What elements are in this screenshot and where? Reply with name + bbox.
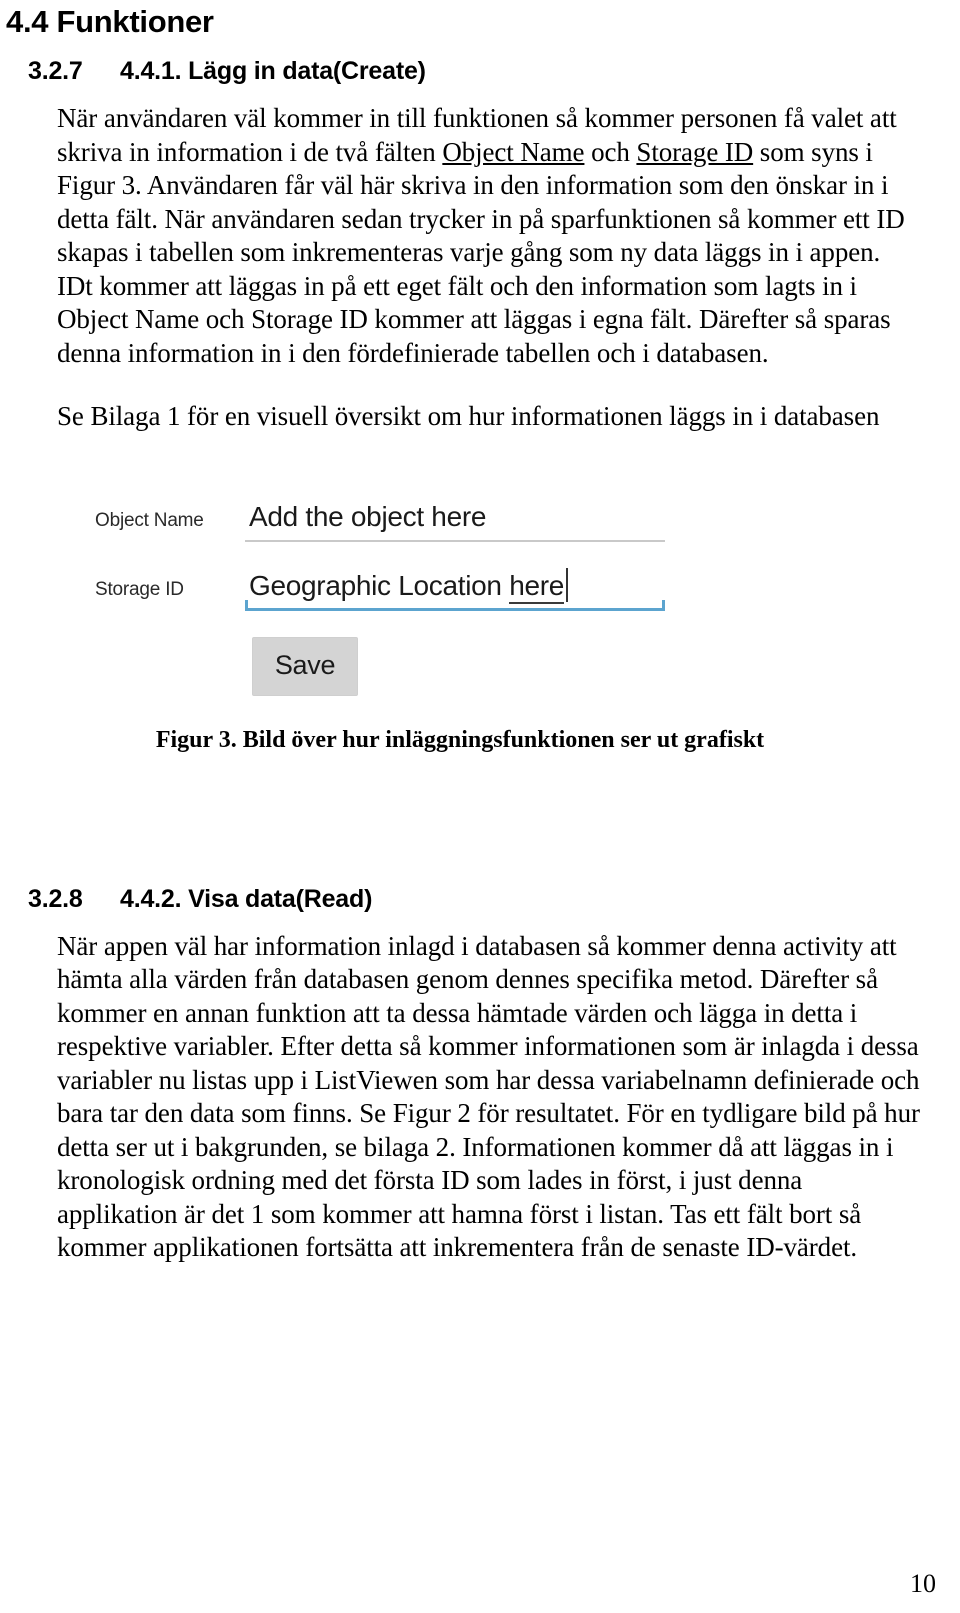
page-title: 4.4 Funktioner: [6, 4, 214, 39]
section-number: 3.2.7: [28, 57, 83, 85]
inline-tail: som: [753, 136, 812, 167]
section-heading-label: 4.4.2. Visa data(Read): [120, 884, 373, 913]
paragraph-create-body: syns i Figur 3. Användaren får väl här s…: [57, 136, 905, 368]
document-page: 4.4 Funktioner 3.2.7 4.4.1. Lägg in data…: [0, 0, 960, 1613]
storage-id-input-value: Geographic Location here: [249, 567, 665, 604]
inline-conjunction: och: [584, 136, 637, 167]
page-number: 10: [910, 1569, 936, 1598]
object-name-label: Object Name: [95, 509, 204, 531]
create-form-mock: Object Name Add the object here Storage …: [95, 500, 665, 696]
storage-id-value-misspelled: here: [509, 569, 564, 604]
section-heading-read: 3.2.8 4.4.2. Visa data(Read): [0, 884, 960, 914]
section-heading-create: 3.2.7 4.4.1. Lägg in data(Create): [0, 56, 960, 86]
link-object-name: Object Name: [442, 136, 585, 167]
object-name-input-value: Add the object here: [249, 500, 487, 532]
link-storage-id: Storage ID: [636, 136, 754, 167]
form-row-storage-id: Storage ID Geographic Location here: [95, 567, 665, 611]
section-number: 3.2.8: [28, 884, 83, 913]
storage-id-label: Storage ID: [95, 578, 184, 600]
object-name-underline: [245, 539, 665, 542]
form-row-object-name: Object Name Add the object here: [95, 500, 665, 542]
figure-3-caption: Figur 3. Bild över hur inläggningsfunkti…: [155, 726, 765, 753]
storage-id-input[interactable]: Geographic Location here: [245, 567, 665, 611]
paragraph-create-appendix-note: Se Bilaga 1 för en visuell översikt om h…: [57, 401, 880, 431]
save-row: Save: [95, 636, 665, 696]
storage-id-value-prefix: Geographic Location: [249, 569, 510, 601]
figure-3: Object Name Add the object here Storage …: [0, 492, 960, 696]
save-button[interactable]: Save: [251, 636, 359, 696]
section-heading-label: 4.4.1. Lägg in data(Create): [120, 57, 426, 85]
paragraph-create-intro: När användaren väl kommer in till funkti…: [0, 102, 960, 370]
paragraph-read-body: När appen väl har information inlagd i d…: [57, 930, 920, 1263]
object-name-input[interactable]: Add the object here: [245, 500, 665, 542]
storage-id-underline-focused: [245, 599, 665, 611]
text-caret: [566, 567, 569, 602]
